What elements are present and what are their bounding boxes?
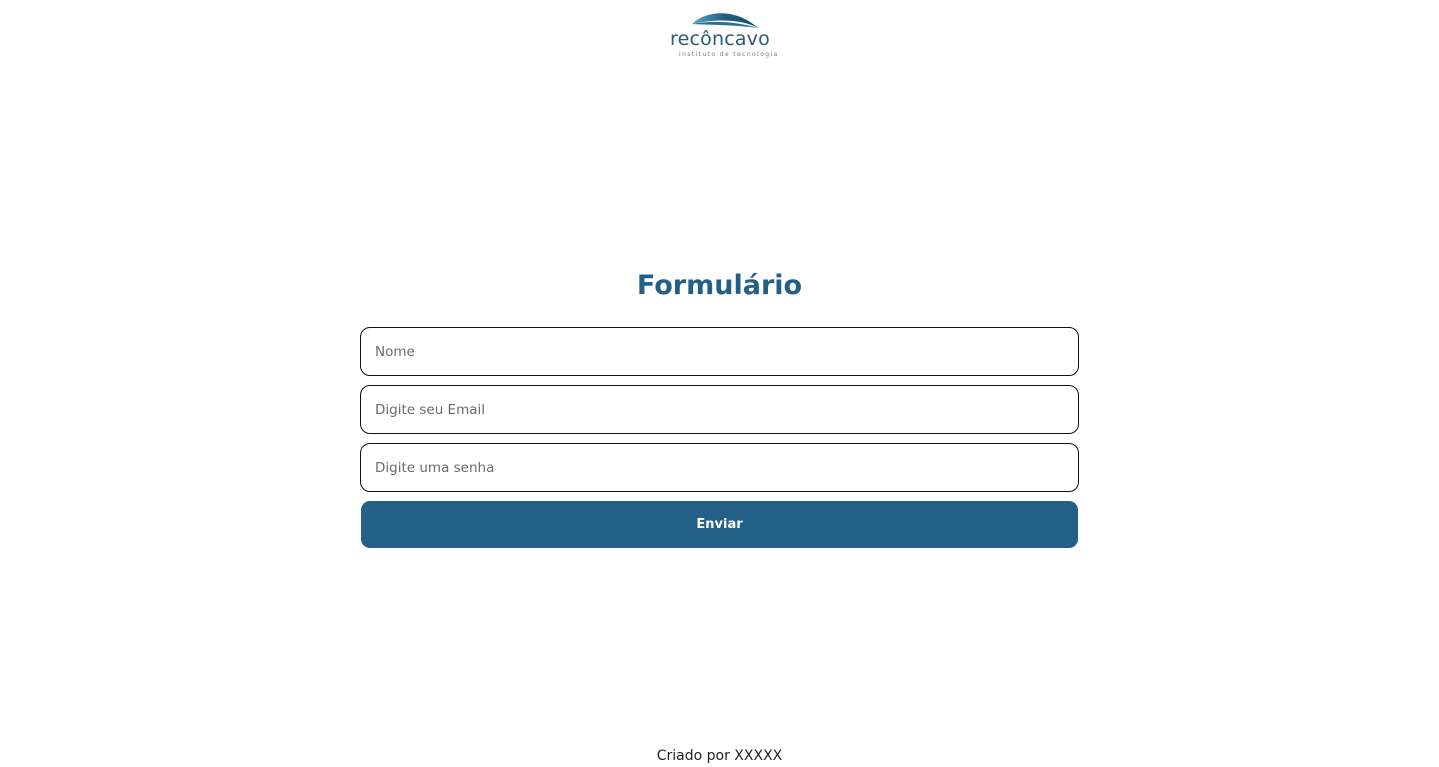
submit-button[interactable]: Enviar (361, 501, 1078, 548)
email-input[interactable] (360, 385, 1079, 434)
name-input[interactable] (360, 327, 1079, 376)
footer-credit: Criado por XXXXX (656, 748, 783, 764)
page-title: Formulário (636, 270, 803, 301)
brand-tagline: instituto de tecnologia (679, 51, 779, 58)
password-input[interactable] (360, 443, 1079, 492)
signup-form: Enviar (360, 327, 1079, 548)
page: recôncavo instituto de tecnologia Formul… (0, 0, 1439, 767)
brand-name: recôncavo (670, 28, 770, 50)
brand-logo: recôncavo instituto de tecnologia (666, 8, 777, 62)
